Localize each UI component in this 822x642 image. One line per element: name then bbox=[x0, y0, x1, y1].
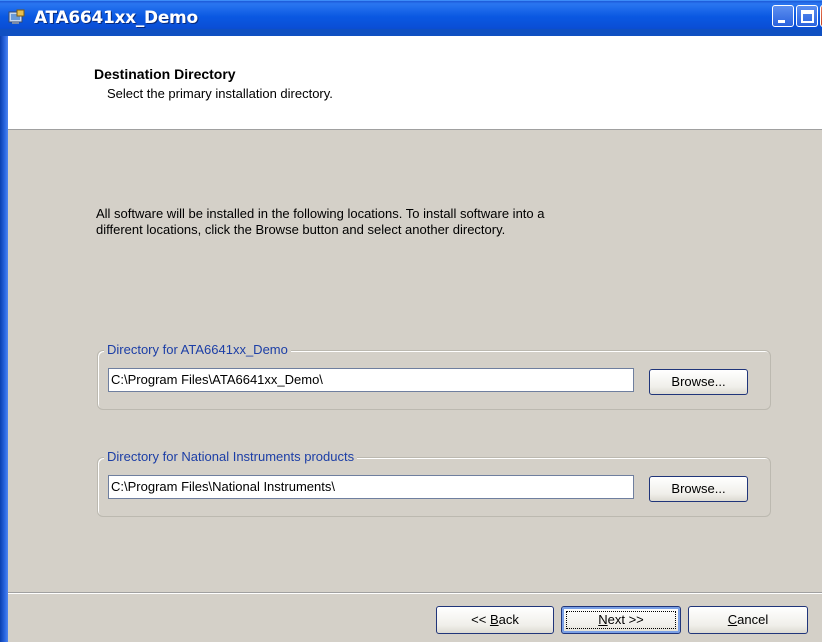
back-label-mnemonic: B bbox=[489, 612, 499, 627]
cancel-label-rest: ancel bbox=[737, 612, 769, 627]
intro-line-2: different locations, click the Browse bu… bbox=[96, 222, 506, 237]
maximize-icon[interactable] bbox=[796, 5, 818, 27]
ni-directory-group: Directory for National Instruments produ… bbox=[97, 449, 771, 517]
app-directory-browse-button[interactable]: Browse... bbox=[649, 369, 748, 395]
window-left-border bbox=[0, 36, 8, 642]
app-directory-group: Directory for ATA6641xx_Demo C:\Program … bbox=[97, 342, 771, 410]
ni-directory-browse-button[interactable]: Browse... bbox=[649, 476, 748, 502]
installer-app-icon bbox=[8, 9, 26, 25]
wizard-header: Destination Directory Select the primary… bbox=[8, 36, 822, 130]
ni-directory-legend: Directory for National Instruments produ… bbox=[104, 449, 358, 464]
next-label-rest: ext >> bbox=[607, 612, 644, 627]
page-title: Destination Directory bbox=[94, 66, 236, 82]
app-directory-legend: Directory for ATA6641xx_Demo bbox=[104, 342, 291, 357]
ni-directory-input[interactable]: C:\Program Files\National Instruments\ bbox=[108, 475, 634, 499]
footer-divider bbox=[8, 592, 822, 594]
page-subtitle: Select the primary installation director… bbox=[107, 86, 333, 101]
intro-line-1: All software will be installed in the fo… bbox=[96, 206, 545, 221]
installer-window: ATA6641xx_Demo Destination Directory Sel… bbox=[0, 0, 822, 642]
back-label-prefix: << bbox=[471, 612, 490, 627]
intro-text: All software will be installed in the fo… bbox=[96, 206, 696, 238]
next-label-mnemonic: N bbox=[598, 612, 608, 627]
cancel-label-mnemonic: C bbox=[727, 612, 738, 627]
app-directory-input[interactable]: C:\Program Files\ATA6641xx_Demo\ bbox=[108, 368, 634, 392]
title-bar[interactable]: ATA6641xx_Demo bbox=[0, 0, 822, 37]
back-button[interactable]: << Back bbox=[436, 606, 554, 634]
window-title: ATA6641xx_Demo bbox=[34, 8, 198, 28]
back-label-rest: ack bbox=[498, 612, 519, 627]
next-button[interactable]: Next >> bbox=[561, 606, 681, 634]
cancel-button[interactable]: Cancel bbox=[688, 606, 808, 634]
minimize-icon[interactable] bbox=[772, 5, 794, 27]
